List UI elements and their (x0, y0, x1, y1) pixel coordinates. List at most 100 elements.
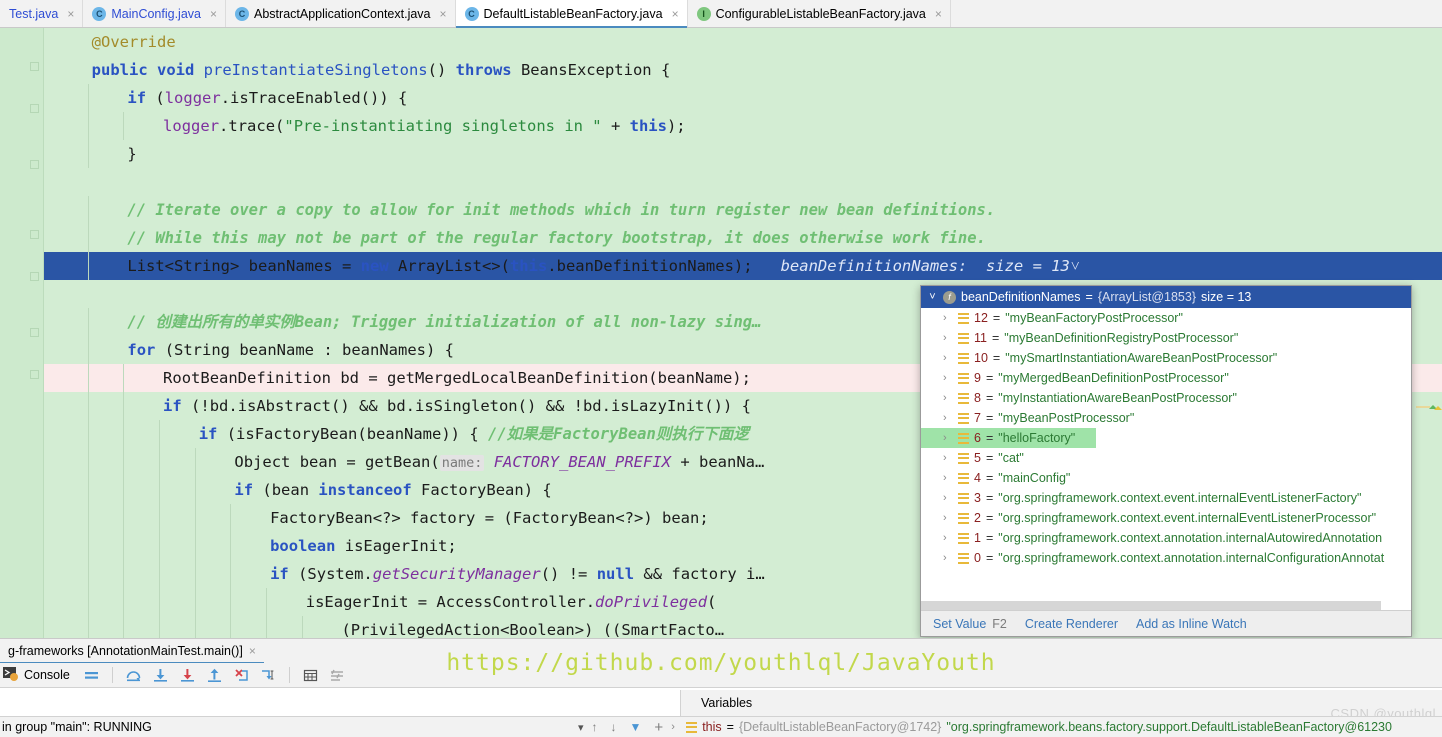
close-icon[interactable]: × (672, 7, 679, 21)
inspection-marker[interactable] (1416, 400, 1442, 414)
force-step-into-icon[interactable] (178, 666, 197, 685)
expand-arrow-icon[interactable]: › (943, 552, 953, 564)
popup-horizontal-scrollbar[interactable] (921, 601, 1381, 610)
thread-status[interactable]: in group "main": RUNNING (0, 720, 578, 734)
expand-arrow-icon[interactable]: › (943, 472, 953, 484)
code-line[interactable]: public void preInstantiateSingletons() t… (44, 56, 1442, 84)
debug-toolbar: Console (0, 663, 1442, 688)
close-icon[interactable]: × (935, 7, 942, 21)
close-icon[interactable]: × (440, 7, 447, 21)
list-index: 5 (974, 451, 981, 465)
inline-debug-watch[interactable]: beanDefinitionNames: size = 13˅ (753, 257, 1081, 275)
indent-guide (123, 476, 125, 504)
step-out-icon[interactable] (205, 666, 224, 685)
popup-list-item[interactable]: › 9 = "myMergedBeanDefinitionPostProcessor" (921, 368, 1411, 388)
code-line[interactable]: List<String> beanNames = new ArrayList<>… (44, 252, 1442, 280)
console-tab[interactable]: Console (2, 665, 74, 685)
editor-tab-defaultlistablebeanfactory[interactable]: C DefaultListableBeanFactory.java × (455, 0, 688, 28)
editor-tab-test[interactable]: Test.java × (0, 0, 84, 27)
set-value-button[interactable]: Set Value (933, 617, 986, 631)
editor-gutter[interactable] (0, 28, 44, 638)
class-icon: C (92, 6, 107, 21)
evaluate-icon[interactable] (301, 666, 320, 685)
expand-arrow-icon[interactable]: › (943, 392, 953, 404)
run-to-cursor-icon[interactable] (259, 666, 278, 685)
code-fold-marker[interactable] (30, 328, 39, 337)
expand-arrow-icon[interactable]: › (943, 492, 953, 504)
expand-arrow-icon[interactable]: › (943, 532, 953, 544)
equals-sign: = (992, 351, 1001, 365)
code-token: isEagerInit = AccessController. (305, 593, 596, 611)
settings-lines-icon[interactable] (328, 666, 347, 685)
step-over-icon[interactable] (124, 666, 143, 685)
equals-sign: = (985, 471, 994, 485)
expand-arrow-icon[interactable]: › (943, 352, 953, 364)
add-inline-watch-button[interactable]: Add as Inline Watch (1136, 617, 1247, 631)
equals-sign: = (985, 491, 994, 505)
add-watch-icon[interactable]: + (654, 719, 663, 736)
code-token: ( (155, 89, 165, 107)
code-line[interactable]: logger.trace("Pre-instantiating singleto… (44, 112, 1442, 140)
popup-list-item[interactable]: › 4 = "mainConfig" (921, 468, 1411, 488)
list-lines-icon[interactable] (82, 666, 101, 685)
editor-tab-configurablelistablebeanfactory[interactable]: I ConfigurableListableBeanFactory.java × (687, 0, 951, 27)
code-fold-marker[interactable] (30, 272, 39, 281)
popup-header[interactable]: ˅ f beanDefinitionNames = {ArrayList@185… (921, 286, 1411, 308)
popup-list-item[interactable]: › 11 = "myBeanDefinitionRegistryPostProcess… (921, 328, 1411, 348)
popup-list-item[interactable]: › 1 = "org.springframework.context.annotati… (921, 528, 1411, 548)
create-renderer-button[interactable]: Create Renderer (1025, 617, 1118, 631)
drop-frame-icon[interactable] (232, 666, 251, 685)
code-line[interactable] (44, 168, 1442, 196)
close-icon[interactable]: × (67, 7, 74, 21)
editor-tab-mainconfig[interactable]: C MainConfig.java × (83, 0, 227, 27)
popup-list-item[interactable]: › 0 = "org.springframework.context.annotati… (921, 548, 1411, 568)
step-up-icon[interactable]: ↑ (592, 720, 598, 734)
code-line[interactable]: // Iterate over a copy to allow for init… (44, 196, 1442, 224)
expand-arrow-icon[interactable]: › (943, 372, 953, 384)
expand-arrow-icon[interactable]: › (943, 312, 953, 324)
popup-list-item[interactable]: › 5 = "cat" (921, 448, 1411, 468)
variable-row-this[interactable]: › this = {DefaultListableBeanFactory@174… (671, 720, 1392, 734)
popup-list-item[interactable]: › 6 = "helloFactory" (921, 428, 1096, 448)
close-icon[interactable]: × (249, 644, 256, 658)
code-token: throws (455, 61, 521, 79)
list-value: "mainConfig" (998, 471, 1071, 485)
popup-list-item[interactable]: › 7 = "myBeanPostProcessor" (921, 408, 1411, 428)
expand-arrow-icon[interactable]: › (943, 412, 953, 424)
code-line[interactable]: // While this may not be part of the reg… (44, 224, 1442, 252)
expand-arrow-icon[interactable]: › (943, 432, 953, 444)
code-fold-marker[interactable] (30, 230, 39, 239)
debug-value-popup[interactable]: ˅ f beanDefinitionNames = {ArrayList@185… (920, 285, 1412, 637)
code-token: if (198, 425, 227, 443)
indent-guide (194, 616, 196, 638)
popup-list-item[interactable]: › 12 = "myBeanFactoryPostProcessor" (921, 308, 1411, 328)
popup-list-item[interactable]: › 8 = "myInstantiationAwareBeanPostProcesso… (921, 388, 1411, 408)
code-fold-marker[interactable] (30, 104, 39, 113)
step-down-icon[interactable]: ↓ (611, 720, 617, 734)
editor-tab-abstractapplicationcontext[interactable]: C AbstractApplicationContext.java × (226, 0, 456, 27)
code-line[interactable]: @Override (44, 28, 1442, 56)
code-fold-marker[interactable] (30, 160, 39, 169)
run-configuration-tab[interactable]: g-frameworks [AnnotationMainTest.main()]… (0, 638, 264, 664)
code-line[interactable]: } (44, 140, 1442, 168)
console-label: Console (24, 668, 70, 682)
close-icon[interactable]: × (210, 7, 217, 21)
list-entry-icon (958, 552, 969, 564)
code-fold-marker[interactable] (30, 62, 39, 71)
expand-arrow-icon[interactable]: › (943, 452, 953, 464)
expand-arrow-icon[interactable]: › (671, 721, 681, 733)
popup-list-item[interactable]: › 2 = "org.springframework.context.event.in… (921, 508, 1411, 528)
chevron-down-icon[interactable]: ˅ (927, 291, 938, 303)
popup-object-ref: {ArrayList@1853} (1097, 290, 1196, 304)
equals-sign: = (991, 331, 1000, 345)
code-line[interactable]: if (logger.isTraceEnabled()) { (44, 84, 1442, 112)
popup-list-item[interactable]: › 3 = "org.springframework.context.event.in… (921, 488, 1411, 508)
expand-arrow-icon[interactable]: › (943, 512, 953, 524)
code-token: (isFactoryBean(beanName)) { (226, 425, 489, 443)
popup-list[interactable]: › 12 = "myBeanFactoryPostProcessor" › 11 = "myB… (921, 308, 1411, 610)
code-fold-marker[interactable] (30, 370, 39, 379)
filter-icon[interactable]: ▼ (630, 720, 642, 734)
step-into-icon[interactable] (151, 666, 170, 685)
expand-arrow-icon[interactable]: › (943, 332, 953, 344)
popup-list-item[interactable]: › 10 = "mySmartInstantiationAwareBeanPostPr… (921, 348, 1411, 368)
